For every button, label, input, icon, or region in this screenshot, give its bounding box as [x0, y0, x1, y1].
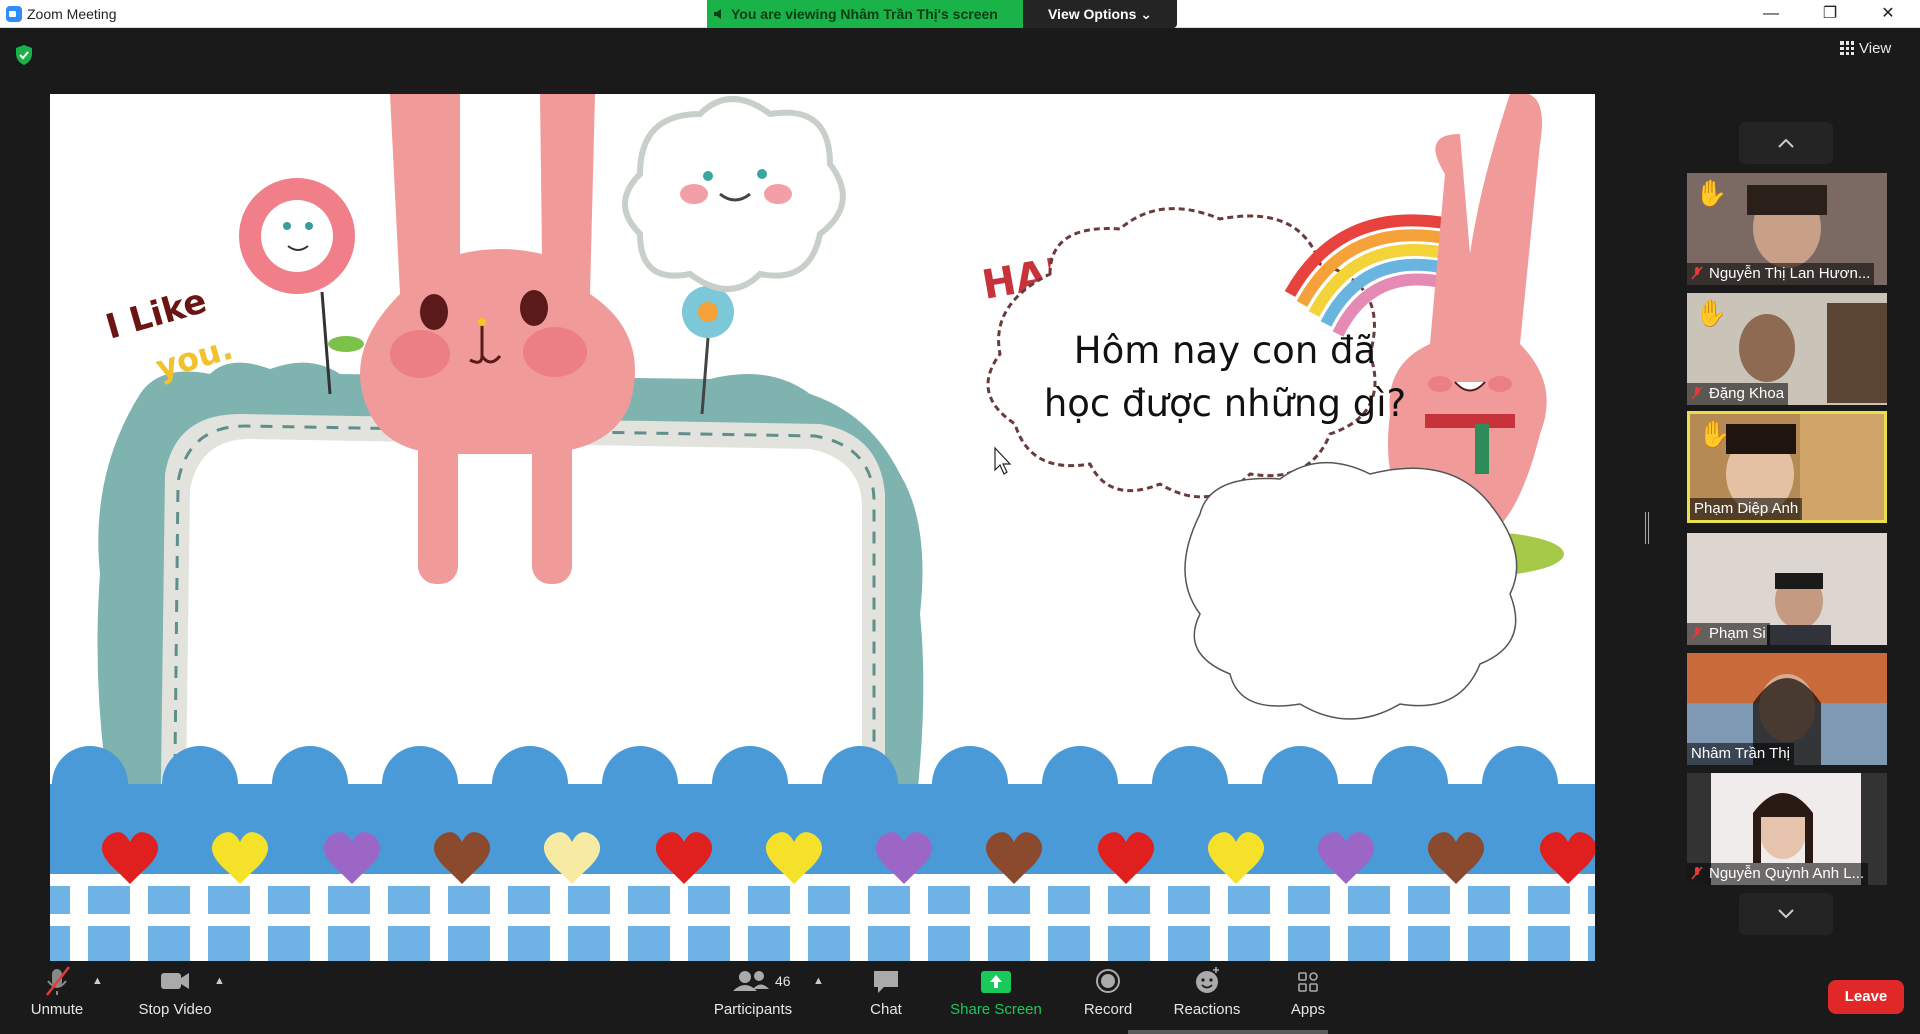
- panel-resize-handle[interactable]: [1645, 512, 1649, 544]
- scroll-down-button[interactable]: [1739, 893, 1833, 935]
- participant-tile[interactable]: ✋ Phạm Diệp Anh: [1687, 411, 1887, 523]
- window-title: Zoom Meeting: [27, 6, 117, 22]
- participant-name-label: Đặng Khoa: [1687, 383, 1789, 405]
- zoom-logo-icon: [6, 6, 22, 22]
- apps-label: Apps: [1290, 1001, 1326, 1018]
- viewing-banner-text: You are viewing Nhâm Trần Thị's screen: [731, 6, 998, 22]
- participant-name-label: Nguyễn Quỳnh Anh L...: [1687, 863, 1869, 885]
- participant-tile[interactable]: Nguyễn Quỳnh Anh L...: [1687, 773, 1887, 885]
- viewing-screen-banner: You are viewing Nhâm Trần Thị's screen: [707, 0, 1023, 28]
- participant-name: Nguyễn Quỳnh Anh L...: [1709, 865, 1865, 882]
- participant-name: Nhâm Trần Thị: [1691, 745, 1790, 762]
- raised-hand-icon: ✋: [1695, 298, 1728, 328]
- muted-mic-icon: [46, 966, 70, 996]
- close-icon[interactable]: ✕: [1860, 0, 1916, 28]
- raised-hand-icon: ✋: [1695, 178, 1728, 208]
- participants-icon: [733, 971, 769, 991]
- view-options-button[interactable]: View Options ⌄: [1023, 0, 1177, 28]
- share-screen-label: Share Screen: [950, 1001, 1042, 1018]
- minimize-icon[interactable]: —: [1743, 0, 1799, 28]
- meeting-toolbar: Unmute ▲ Stop Video ▲ Participants 46 ▲ …: [0, 961, 1920, 1034]
- participant-name: Phạm Si: [1709, 625, 1766, 642]
- participants-label: Participants: [713, 1001, 793, 1018]
- slide-question-text: Hôm nay con đã học được những gì?: [1043, 329, 1407, 425]
- unmute-button[interactable]: Unmute: [20, 961, 94, 1034]
- participant-name: Phạm Diệp Anh: [1694, 500, 1799, 517]
- chevron-up-icon: [1778, 138, 1794, 148]
- chat-icon: [874, 971, 898, 993]
- record-icon: [1096, 969, 1120, 993]
- reactions-label: Reactions: [1173, 1001, 1241, 1018]
- restore-icon[interactable]: ❐: [1802, 0, 1858, 28]
- window-titlebar: Zoom Meeting You are viewing Nhâm Trần T…: [0, 0, 1920, 28]
- view-layout-button[interactable]: View: [1840, 40, 1891, 57]
- record-button[interactable]: Record: [1080, 961, 1136, 1034]
- apps-button[interactable]: Apps: [1282, 961, 1334, 1034]
- share-screen-button[interactable]: Share Screen: [950, 961, 1042, 1034]
- participant-tile[interactable]: ✋ Đặng Khoa: [1687, 293, 1887, 405]
- stop-video-button[interactable]: Stop Video: [132, 961, 218, 1034]
- record-label: Record: [1083, 1001, 1133, 1018]
- reactions-emoji-icon: [1196, 967, 1219, 993]
- chat-button[interactable]: Chat: [862, 961, 910, 1034]
- reactions-button[interactable]: Reactions: [1170, 961, 1244, 1034]
- participant-name-label: Phạm Si: [1687, 623, 1770, 645]
- participant-name: Đặng Khoa: [1709, 385, 1785, 402]
- leave-meeting-button[interactable]: Leave: [1828, 980, 1904, 1014]
- participant-tile[interactable]: Nhâm Trần Thị: [1687, 653, 1887, 765]
- view-label: View: [1859, 40, 1892, 57]
- stop-video-label: Stop Video: [138, 1001, 212, 1018]
- video-camera-icon: [161, 973, 189, 989]
- shared-screen: I Like you. HAPPY: [50, 94, 1595, 963]
- slide-artwork: I Like you. HAPPY: [50, 94, 1595, 963]
- speaker-icon: [714, 9, 721, 19]
- chat-label: Chat: [870, 1001, 902, 1018]
- participant-tile[interactable]: ✋ Nguyễn Thị Lan Hươn...: [1687, 173, 1887, 285]
- participants-button[interactable]: Participants: [710, 961, 796, 1034]
- participant-name-label: Phạm Diệp Anh: [1690, 498, 1803, 520]
- muted-mic-icon: [1691, 866, 1703, 880]
- muted-mic-icon: [1691, 386, 1703, 400]
- participant-name-label: Nguyễn Thị Lan Hươn...: [1687, 263, 1875, 285]
- chevron-down-icon: [1778, 909, 1794, 919]
- muted-mic-icon: [1691, 626, 1703, 640]
- video-options-caret-icon[interactable]: ▲: [214, 975, 225, 987]
- unmute-label: Unmute: [30, 1001, 84, 1018]
- share-screen-icon: [981, 971, 1011, 993]
- apps-icon: [1298, 972, 1318, 992]
- muted-mic-icon: [1691, 266, 1703, 280]
- participant-name-label: Nhâm Trần Thị: [1687, 743, 1794, 765]
- participants-options-caret-icon[interactable]: ▲: [813, 975, 824, 987]
- audio-options-caret-icon[interactable]: ▲: [92, 975, 103, 987]
- participant-name: Nguyễn Thị Lan Hươn...: [1709, 265, 1871, 282]
- scroll-up-button[interactable]: [1739, 122, 1833, 164]
- security-shield-icon[interactable]: [14, 44, 34, 66]
- toolbar-indicator-strip: [1128, 1030, 1328, 1034]
- participant-tile[interactable]: Phạm Si: [1687, 533, 1887, 645]
- participants-count: 46: [775, 973, 791, 989]
- raised-hand-icon: ✋: [1698, 419, 1731, 449]
- grid-icon: [1840, 41, 1854, 55]
